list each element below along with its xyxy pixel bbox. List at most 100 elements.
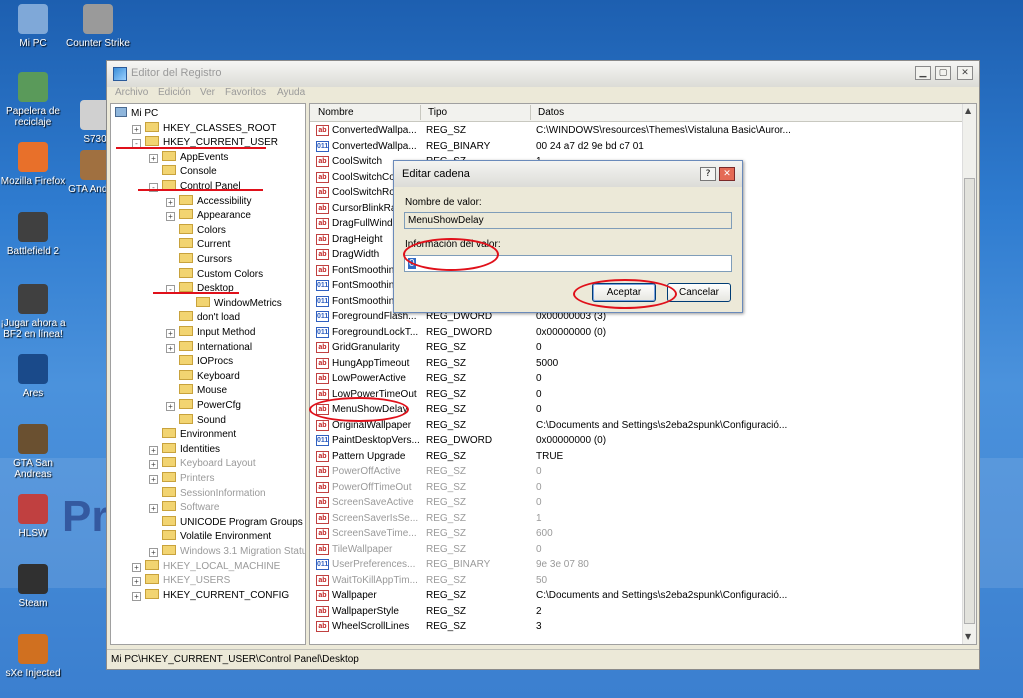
tree-item[interactable]: Current (166, 238, 230, 252)
value-row[interactable]: ab GridGranularity REG_SZ 0 (310, 340, 960, 355)
expand-icon[interactable]: + (166, 343, 175, 353)
value-row[interactable]: ab WheelScrollLines REG_SZ 3 (310, 619, 960, 634)
expand-icon[interactable]: + (132, 124, 141, 134)
tree-item[interactable]: Keyboard (166, 369, 240, 384)
tree-item[interactable]: + HKEY_LOCAL_MACHINE (132, 559, 280, 574)
tree-item[interactable]: - Control Panel (149, 180, 241, 194)
tree-item[interactable]: Colors (166, 223, 226, 238)
expand-icon[interactable]: + (149, 504, 158, 514)
tree-item[interactable]: + Software (149, 501, 219, 515)
scroll-thumb[interactable] (964, 178, 975, 624)
value-row[interactable]: ab ScreenSaveTime... REG_SZ 600 (310, 526, 960, 541)
tree-item[interactable]: + HKEY_CLASSES_ROOT (132, 121, 276, 136)
value-row[interactable]: ab TileWallpaper REG_SZ 0 (310, 542, 960, 557)
tree-item[interactable]: + AppEvents (149, 150, 228, 165)
value-row[interactable]: ab ConvertedWallpa... REG_SZ C:\WINDOWS\res… (310, 123, 960, 138)
desktop-icon[interactable]: Counter Strike (61, 4, 135, 49)
value-row[interactable]: ab ScreenSaverIsSe... REG_SZ 1 (310, 511, 960, 526)
desktop-icon[interactable]: GTA San Andreas (0, 424, 70, 480)
value-row[interactable]: ab ScreenSaveActive REG_SZ 0 (310, 495, 960, 510)
expand-icon[interactable]: + (132, 577, 141, 587)
dialog-titlebar[interactable]: Editar cadena ? ✕ (394, 161, 742, 187)
expand-icon[interactable]: + (166, 402, 175, 411)
tree-item[interactable]: - Desktop (166, 282, 234, 296)
desktop-icon[interactable]: Mi PC (0, 4, 70, 49)
menu-edicion[interactable]: Edición (158, 87, 191, 98)
desktop-icon[interactable]: Ares (0, 354, 70, 399)
tree-item[interactable]: + Windows 3.1 Migration Status (149, 545, 305, 559)
tree-item[interactable]: Console (149, 165, 217, 179)
desktop-icon[interactable]: HLSW (0, 494, 70, 539)
scroll-up-icon[interactable]: ▲ (965, 106, 971, 115)
maximize-button[interactable]: ▢ (935, 66, 951, 80)
close-button[interactable]: ✕ (957, 66, 973, 80)
expand-icon[interactable]: + (149, 460, 158, 470)
tree-item[interactable]: + PowerCfg (166, 399, 241, 413)
value-row[interactable]: ab LowPowerActive REG_SZ 0 (310, 371, 960, 386)
expand-icon[interactable]: + (132, 591, 141, 601)
dialog-close-button[interactable]: ✕ (719, 167, 735, 181)
tree-item[interactable]: + International (166, 340, 252, 355)
expand-icon[interactable]: + (149, 475, 158, 484)
values-vertical-scrollbar[interactable]: ▲ ▼ (962, 104, 976, 644)
tree-item[interactable]: IOProcs (166, 355, 233, 369)
tree-item[interactable]: SessionInformation (149, 486, 266, 501)
scroll-down-icon[interactable]: ▼ (965, 632, 971, 641)
tree-item[interactable]: + Printers (149, 472, 214, 486)
value-row[interactable]: ab PowerOffActive REG_SZ 0 (310, 464, 960, 479)
tree-item[interactable]: WindowMetrics (183, 296, 282, 311)
value-row[interactable]: 011 ForegroundLockT... REG_DWORD 0x00000000… (310, 325, 960, 340)
tree-item[interactable]: Mi PC (115, 107, 158, 121)
column-header-name[interactable]: Nombre (318, 107, 354, 118)
value-row[interactable]: ab LowPowerTimeOut REG_SZ 0 (310, 387, 960, 402)
tree-item[interactable]: Environment (149, 428, 236, 442)
tree-item[interactable]: Custom Colors (166, 267, 263, 282)
column-separator[interactable] (530, 105, 531, 120)
tree-item[interactable]: + HKEY_USERS (132, 574, 230, 588)
value-row[interactable]: ab Pattern Upgrade REG_SZ TRUE (310, 449, 960, 464)
tree-item[interactable]: don't load (166, 311, 240, 325)
menu-favoritos[interactable]: Favoritos (225, 87, 266, 98)
tree-item[interactable]: Cursors (166, 253, 232, 267)
tree-item[interactable]: UNICODE Program Groups (149, 515, 303, 530)
menu-ver[interactable]: Ver (200, 87, 215, 98)
desktop-icon[interactable]: sXe Injected (0, 634, 70, 679)
desktop-icon[interactable]: ¡Jugar ahora a BF2 en línea! (0, 284, 70, 340)
tree-item[interactable]: Volatile Environment (149, 530, 271, 544)
tree-item[interactable]: + Appearance (166, 209, 251, 223)
value-row[interactable]: ab WaitToKillAppTim... REG_SZ 50 (310, 573, 960, 588)
expand-icon[interactable]: + (149, 153, 158, 163)
menu-archivo[interactable]: Archivo (115, 87, 148, 98)
expand-icon[interactable]: + (166, 197, 175, 207)
tree-item[interactable]: Sound (166, 413, 226, 428)
column-header-data[interactable]: Datos (538, 107, 564, 118)
value-row[interactable]: 011 ConvertedWallpa... REG_BINARY 00 24 a7 … (310, 139, 960, 154)
expand-icon[interactable]: + (166, 212, 175, 222)
desktop-icon[interactable]: Battlefield 2 (0, 212, 70, 257)
desktop-icon[interactable]: Steam (0, 564, 70, 609)
menu-ayuda[interactable]: Ayuda (277, 87, 305, 98)
value-row[interactable]: ab PowerOffTimeOut REG_SZ 0 (310, 480, 960, 495)
window-titlebar[interactable]: Editor del Registro ▁ ▢ ✕ (107, 61, 979, 87)
expand-icon[interactable]: + (166, 329, 175, 338)
tree-item[interactable]: + Accessibility (166, 194, 251, 209)
tree-item[interactable]: + Keyboard Layout (149, 457, 256, 471)
value-row[interactable]: ab WallpaperStyle REG_SZ 2 (310, 604, 960, 619)
tree-item-label: don't load (197, 312, 241, 324)
tree-item[interactable]: + HKEY_CURRENT_CONFIG (132, 588, 289, 603)
minimize-button[interactable]: ▁ (915, 66, 931, 80)
tree-item[interactable]: + Input Method (166, 326, 255, 340)
help-button[interactable]: ? (700, 167, 716, 181)
value-row[interactable]: 011 PaintDesktopVers... REG_DWORD 0x0000000… (310, 433, 960, 448)
value-row[interactable]: ab OriginalWallpaper REG_SZ C:\Documents an… (310, 418, 960, 433)
value-row[interactable]: ab Wallpaper REG_SZ C:\Documents and Settin… (310, 588, 960, 603)
tree-item[interactable]: Mouse (166, 384, 227, 398)
value-row[interactable]: 011 UserPreferences... REG_BINARY 9e 3e 07 … (310, 557, 960, 572)
expand-icon[interactable]: + (149, 445, 158, 455)
value-row[interactable]: ab HungAppTimeout REG_SZ 5000 (310, 356, 960, 371)
column-header-type[interactable]: Tipo (428, 107, 447, 118)
column-separator[interactable] (420, 105, 421, 120)
expand-icon[interactable]: + (149, 548, 158, 557)
tree-item[interactable]: + Identities (149, 442, 220, 457)
expand-icon[interactable]: + (132, 562, 141, 572)
